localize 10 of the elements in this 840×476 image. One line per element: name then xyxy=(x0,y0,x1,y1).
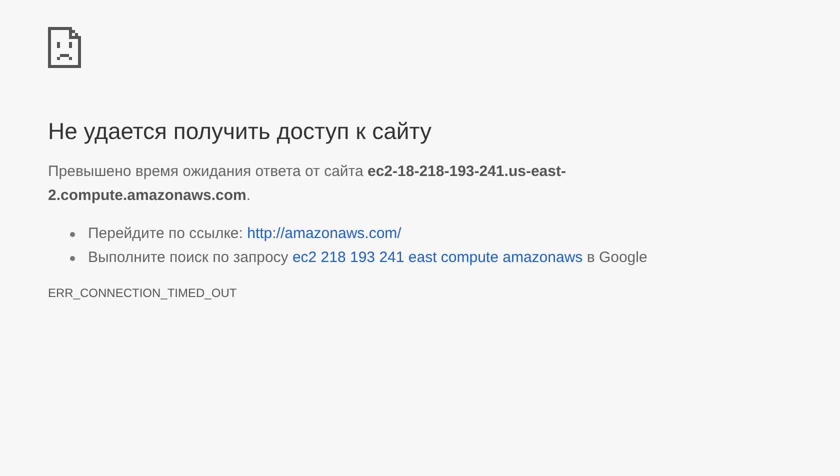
suggestion-link[interactable]: ec2 218 193 241 east compute amazonaws xyxy=(292,249,583,266)
suggestion-text: Перейдите по ссылке: http://amazonaws.com/ xyxy=(88,224,402,244)
suggestion-text: Выполните поиск по запросу ec2 218 193 241 east compute amazonaws в Google xyxy=(88,248,648,268)
bullet-icon xyxy=(70,232,75,236)
error-code: ERR_CONNECTION_TIMED_OUT xyxy=(48,285,238,302)
error-message: Превышено время ожидания ответа от сайта ec2-18-218-193-241.us-east-2.compute.amazonaws.com. xyxy=(48,162,567,206)
suggestion-link[interactable]: http://amazonaws.com/ xyxy=(247,225,402,242)
error-heading: Не удается получить доступ к сайту xyxy=(48,117,433,146)
bullet-icon xyxy=(70,256,75,260)
sad-page-icon xyxy=(48,27,81,68)
